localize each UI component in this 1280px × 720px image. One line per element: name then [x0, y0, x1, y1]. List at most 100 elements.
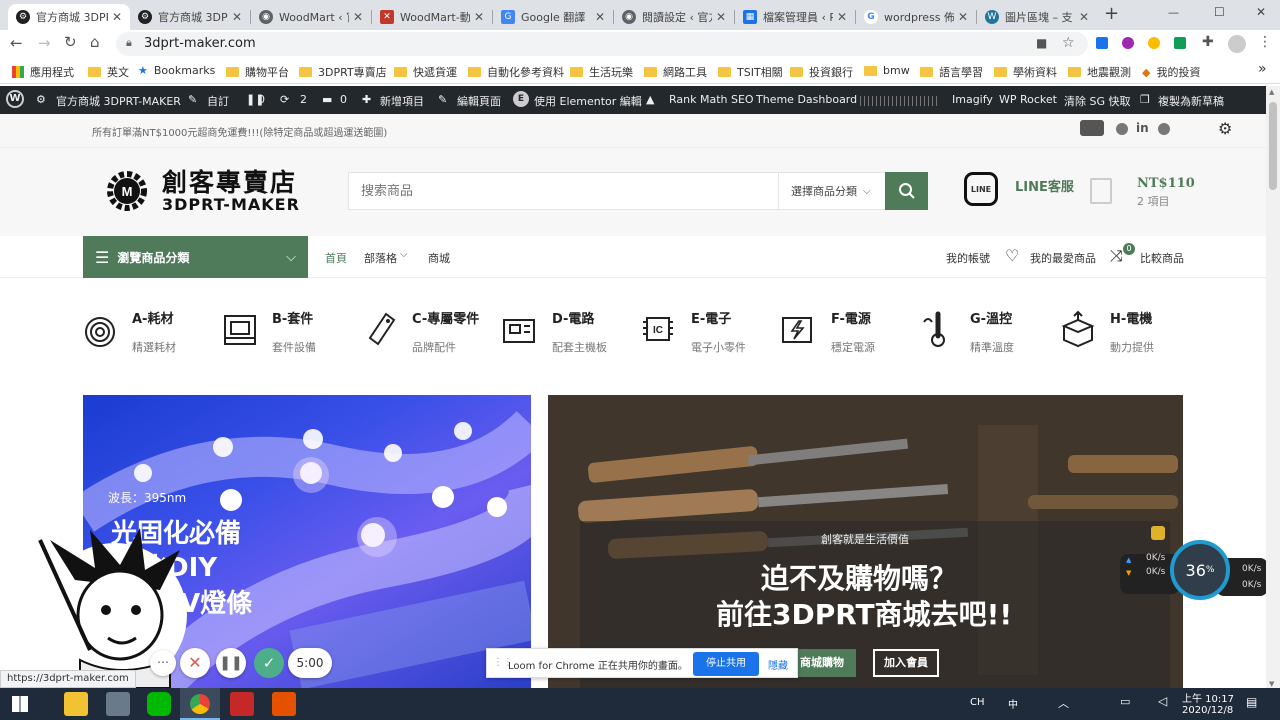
loom-cancel-button[interactable]: ✕	[180, 648, 210, 678]
tab-close-icon[interactable]: ✕	[112, 10, 122, 24]
loom-hide-link[interactable]: 隱藏	[768, 657, 788, 672]
nav-blog[interactable]: 部落格	[364, 250, 397, 266]
calculator-icon[interactable]	[106, 692, 130, 716]
tray-chevron-icon[interactable]: ︿	[1058, 695, 1069, 711]
category-b[interactable]: B-套件 套件設備	[222, 308, 316, 355]
clock-time[interactable]: 上午 10:17	[1182, 690, 1234, 705]
search-button[interactable]	[885, 172, 928, 210]
loom-stop-sharing-button[interactable]: 停止共用	[693, 652, 759, 676]
notification-icon[interactable]: ▤	[1246, 695, 1257, 709]
tab-8[interactable]: W 圖片區塊 – 支 ✕	[977, 4, 1097, 30]
bookmark-folder[interactable]: 購物平台	[226, 64, 289, 80]
bookmark-folder[interactable]: bmw	[864, 64, 910, 77]
bookmark-folder[interactable]: 英文	[88, 64, 129, 80]
pinterest-icon[interactable]	[1116, 123, 1128, 135]
tab-3[interactable]: ✕ WoodMart-動 ✕	[372, 4, 492, 30]
tab-0[interactable]: ⚙ 官方商城 3DPRT ✕	[8, 4, 130, 30]
network-icon[interactable]: ▭	[1120, 695, 1130, 708]
tab-close-icon[interactable]: ✕	[958, 10, 968, 24]
shop-button[interactable]: 商城購物	[788, 649, 856, 677]
new-tab-button[interactable]: +	[1104, 3, 1119, 24]
compare-link[interactable]: 比較商品	[1140, 250, 1184, 266]
extension-icon[interactable]	[1096, 37, 1108, 49]
chrome-taskbar-button[interactable]	[180, 688, 220, 720]
wp-purge-cache[interactable]: 清除 SG 快取	[1064, 93, 1131, 109]
scrollbar-down-arrow[interactable]: ▼	[1269, 680, 1274, 688]
tab-5[interactable]: ◉ 閱讀設定 ‹ 官方 ✕	[614, 4, 734, 30]
category-d[interactable]: D-電路 配套主機板	[502, 308, 607, 355]
wp-counter-1[interactable]: 0	[258, 93, 265, 106]
wp-customize[interactable]: 自訂	[207, 93, 229, 109]
browse-categories-button[interactable]: ☰ 瀏覽商品分類 ⌵	[83, 236, 308, 278]
bookmark-item[interactable]: ★ Bookmarks	[138, 64, 215, 77]
loom-more-button[interactable]: ⋯	[150, 650, 176, 676]
net-speed-widget[interactable]: ▲ ▼ 0K/s 0K/s 36% 0K/s 0K/s	[1118, 540, 1268, 600]
bookmark-folder[interactable]: 網路工具	[644, 64, 707, 80]
bookmark-folder[interactable]: 快遞貨運	[394, 64, 457, 80]
join-member-button[interactable]: 加入會員	[873, 649, 939, 677]
chat-icon[interactable]	[1080, 120, 1104, 136]
wordpress-icon[interactable]: W	[6, 90, 24, 108]
bookmarks-more[interactable]: »	[1258, 61, 1267, 77]
tab-close-icon[interactable]: ✕	[837, 10, 847, 24]
file-explorer-icon[interactable]	[64, 692, 88, 716]
wp-imagify[interactable]: Imagify	[952, 93, 993, 106]
scrollbar-up-arrow[interactable]: ▲	[1269, 88, 1274, 96]
loom-pause-button[interactable]: ❚❚	[216, 648, 246, 678]
wp-theme-dashboard[interactable]: Theme Dashboard	[756, 93, 857, 106]
line-support[interactable]: LINE LINE客服	[964, 172, 1074, 206]
linkedin-icon[interactable]: in	[1136, 121, 1149, 135]
back-icon[interactable]: ←	[10, 34, 23, 52]
tab-close-icon[interactable]: ✕	[595, 10, 605, 24]
tab-close-icon[interactable]: ✕	[474, 10, 484, 24]
star-icon[interactable]: ☆	[1062, 35, 1075, 51]
reload-icon[interactable]: ↻	[64, 33, 77, 51]
ime-mode-indicator[interactable]: 中	[1008, 696, 1018, 711]
category-select[interactable]: 選擇商品分類 ⌵	[778, 173, 885, 209]
wp-updates[interactable]: 2	[300, 93, 307, 106]
page-scrollbar[interactable]: ▲ ▼	[1266, 86, 1280, 690]
search-input[interactable]	[349, 173, 777, 209]
bookmark-folder[interactable]: 地震觀測	[1068, 64, 1131, 80]
tab-1[interactable]: ⚙ 官方商城 3DPr ✕	[130, 4, 250, 30]
bookmark-folder[interactable]: 語言學習	[920, 64, 983, 80]
app-icon[interactable]	[230, 692, 254, 716]
banner-shop-cta[interactable]: 創客就是生活價值 迫不及購物嗎？ 前往3DPRT商城去吧!! 商城購物 加入會員	[548, 395, 1183, 688]
extension-icon[interactable]	[1174, 37, 1186, 49]
share-icon[interactable]	[1158, 123, 1170, 135]
account-link[interactable]: 我的帳號	[946, 250, 990, 266]
bookmark-folder[interactable]: 學術資料	[994, 64, 1057, 80]
loom-finish-button[interactable]: ✓	[254, 648, 284, 678]
tab-2[interactable]: ◉ WoodMart ‹ 官 ✕	[251, 4, 371, 30]
home-icon[interactable]: ⌂	[90, 33, 100, 51]
maximize-button[interactable]: ☐	[1214, 5, 1225, 19]
category-e[interactable]: IC E-電子 電子小零件	[641, 308, 746, 355]
bookmark-folder[interactable]: 生活玩樂	[570, 64, 633, 80]
avatar[interactable]	[1228, 35, 1246, 53]
tab-7[interactable]: G wordpress 佈景 ✕	[856, 4, 976, 30]
volume-icon[interactable]: ◁	[1158, 694, 1167, 708]
category-c[interactable]: C-專屬零件 品牌配件	[362, 308, 479, 355]
wp-copy-draft[interactable]: 複製為新草稿	[1158, 93, 1224, 109]
line-app-icon[interactable]	[147, 692, 171, 716]
wp-new[interactable]: 新增項目	[380, 93, 424, 109]
wp-elementor[interactable]: 使用 Elementor 編輯	[534, 93, 642, 109]
tab-close-icon[interactable]: ✕	[353, 10, 363, 24]
bookmark-folder[interactable]: 3DPRT專賣店	[299, 64, 387, 80]
gear-icon[interactable]: ⚙	[1218, 119, 1232, 138]
nav-home[interactable]: 首頁	[325, 250, 347, 266]
extension-icon[interactable]	[1122, 37, 1134, 49]
puzzle-icon[interactable]: ✚	[1202, 34, 1214, 50]
bookmark-folder[interactable]: TSIT相關	[718, 64, 783, 80]
address-bar[interactable]: 🔒︎ 3dprt-maker.com ■ ☆	[116, 32, 1088, 56]
wp-comments[interactable]: 0	[340, 93, 347, 106]
nav-shop[interactable]: 商城	[428, 250, 450, 266]
scrollbar-thumb[interactable]	[1269, 102, 1277, 190]
category-a[interactable]: A-耗材 精選耗材	[82, 308, 176, 355]
tab-6[interactable]: ▦ 檔案管理員 ‹ P ✕	[735, 4, 855, 30]
wp-rocket[interactable]: WP Rocket	[999, 93, 1057, 106]
camera-icon[interactable]: ■	[1036, 36, 1047, 50]
extension-icon[interactable]	[1148, 37, 1160, 49]
bookmark-folder[interactable]: 投資銀行	[790, 64, 853, 80]
category-g[interactable]: G-溫控 精準溫度	[920, 308, 1014, 355]
